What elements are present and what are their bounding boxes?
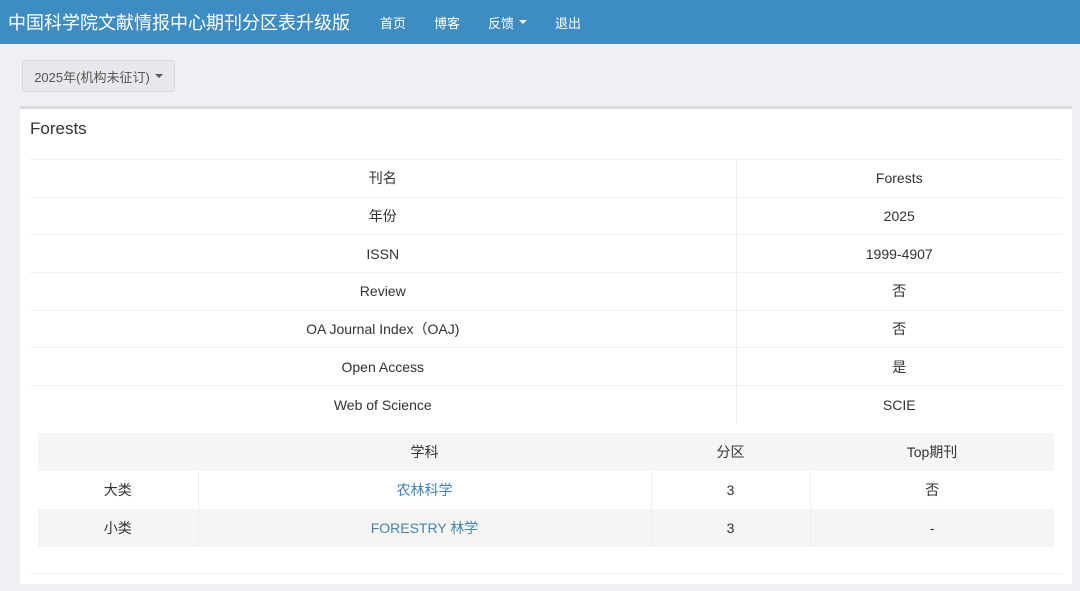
info-key: ISSN	[30, 234, 736, 273]
nav-item-logout[interactable]: 退出	[541, 13, 595, 32]
nav-item-logout-label: 退出	[555, 15, 582, 31]
info-key: 年份	[30, 196, 736, 235]
table-row: 年份 2025	[30, 196, 1062, 235]
info-value: 1999-4907	[735, 234, 1062, 273]
table-row: ISSN 1999-4907	[30, 234, 1062, 273]
info-value: 是	[735, 347, 1062, 386]
caret-down-icon	[154, 74, 163, 78]
panel-title: Forests	[30, 119, 87, 138]
subject-category: 小类	[38, 509, 199, 547]
info-value: 2025	[735, 196, 1062, 235]
subject-table: 学科 分区 Top期刊 大类 农林科学 3 否 小类 FORESTRY 林学 3…	[38, 433, 1054, 547]
nav-item-home-label: 首页	[380, 15, 407, 31]
table-row: OA Journal Index（OAJ) 否	[30, 309, 1062, 348]
info-value: SCIE	[735, 385, 1062, 424]
col-header-top: Top期刊	[810, 433, 1054, 471]
top-navbar: 中国科学院文献情报中心期刊分区表升级版 首页 博客 反馈 退出	[0, 0, 1080, 44]
site-brand[interactable]: 中国科学院文献情报中心期刊分区表升级版	[0, 9, 350, 35]
info-key: 刊名	[30, 159, 736, 198]
nav-item-blog-label: 博客	[434, 15, 461, 31]
info-key: Open Access	[30, 347, 736, 386]
subject-zone: 3	[651, 509, 811, 547]
table-row: 大类 农林科学 3 否	[38, 471, 1054, 509]
divider	[30, 573, 1062, 574]
col-header-category	[38, 433, 198, 471]
year-dropdown-label: 2025年(机构未征订)	[34, 69, 150, 85]
table-header-row: 学科 分区 Top期刊	[38, 433, 1054, 471]
subject-zone: 3	[651, 471, 811, 509]
caret-down-icon	[519, 20, 528, 24]
year-dropdown[interactable]: 2025年(机构未征订)	[22, 60, 175, 92]
info-key: Web of Science	[30, 385, 736, 424]
nav-item-blog[interactable]: 博客	[420, 13, 474, 32]
nav-menu: 首页 博客 反馈 退出	[366, 13, 595, 32]
nav-item-feedback-label: 反馈	[488, 15, 515, 31]
info-value: 否	[735, 309, 1062, 348]
nav-item-feedback[interactable]: 反馈	[474, 13, 541, 32]
subject-top: -	[810, 509, 1054, 547]
info-value: Forests	[735, 159, 1062, 198]
table-row: 刊名 Forests	[30, 159, 1062, 198]
info-key: OA Journal Index（OAJ)	[30, 309, 736, 348]
nav-item-home[interactable]: 首页	[366, 13, 420, 32]
subject-link[interactable]: 农林科学	[397, 482, 453, 498]
table-row: Web of Science SCIE	[30, 385, 1062, 424]
table-row: 小类 FORESTRY 林学 3 -	[38, 509, 1054, 547]
table-row: Open Access 是	[30, 347, 1062, 386]
info-value: 否	[735, 272, 1062, 311]
subject-link[interactable]: FORESTRY 林学	[371, 520, 479, 536]
subject-top: 否	[810, 471, 1054, 509]
col-header-subject: 学科	[198, 433, 651, 471]
table-row: Review 否	[30, 272, 1062, 311]
info-key: Review	[30, 272, 736, 311]
col-header-zone: 分区	[651, 433, 810, 471]
journal-panel: Forests 刊名 Forests 年份 2025 ISSN 1999-4907 R…	[20, 106, 1072, 584]
journal-info-table: 刊名 Forests 年份 2025 ISSN 1999-4907 Review 否 O…	[30, 159, 1062, 424]
subject-category: 大类	[38, 471, 199, 509]
